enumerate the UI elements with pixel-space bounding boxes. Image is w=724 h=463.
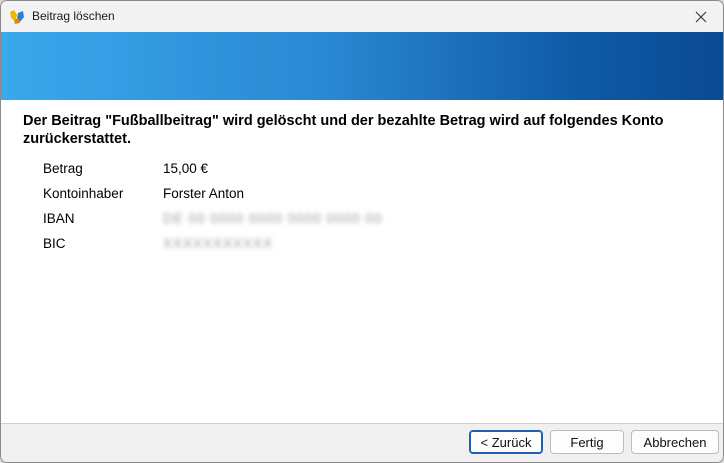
detail-value-redacted: DE 00 0000 0000 0000 0000 00: [163, 211, 383, 226]
app-logo-icon: [10, 10, 24, 24]
detail-value: Forster Anton: [163, 186, 245, 201]
back-button[interactable]: < Zurück: [469, 430, 543, 454]
detail-label: IBAN: [43, 211, 75, 226]
finish-button[interactable]: Fertig: [550, 430, 624, 454]
close-button[interactable]: [679, 1, 723, 32]
detail-value-redacted: XXXXXXXXXXX: [163, 236, 274, 251]
detail-value: 15,00 €: [163, 161, 209, 176]
detail-label: BIC: [43, 236, 66, 251]
cancel-button[interactable]: Abbrechen: [631, 430, 719, 454]
button-bar: < Zurück Fertig Abbrechen: [1, 423, 723, 462]
dialog-window: Beitrag löschen Der Beitrag "Fußballbeit…: [0, 0, 724, 463]
header-banner: [1, 32, 723, 100]
close-icon: [695, 11, 707, 22]
window-title: Beitrag löschen: [32, 9, 115, 23]
detail-label: Kontoinhaber: [43, 186, 124, 201]
confirmation-message: Der Beitrag "Fußballbeitrag" wird gelösc…: [23, 113, 664, 147]
title-bar[interactable]: Beitrag löschen: [1, 1, 723, 32]
detail-label: Betrag: [43, 161, 83, 176]
